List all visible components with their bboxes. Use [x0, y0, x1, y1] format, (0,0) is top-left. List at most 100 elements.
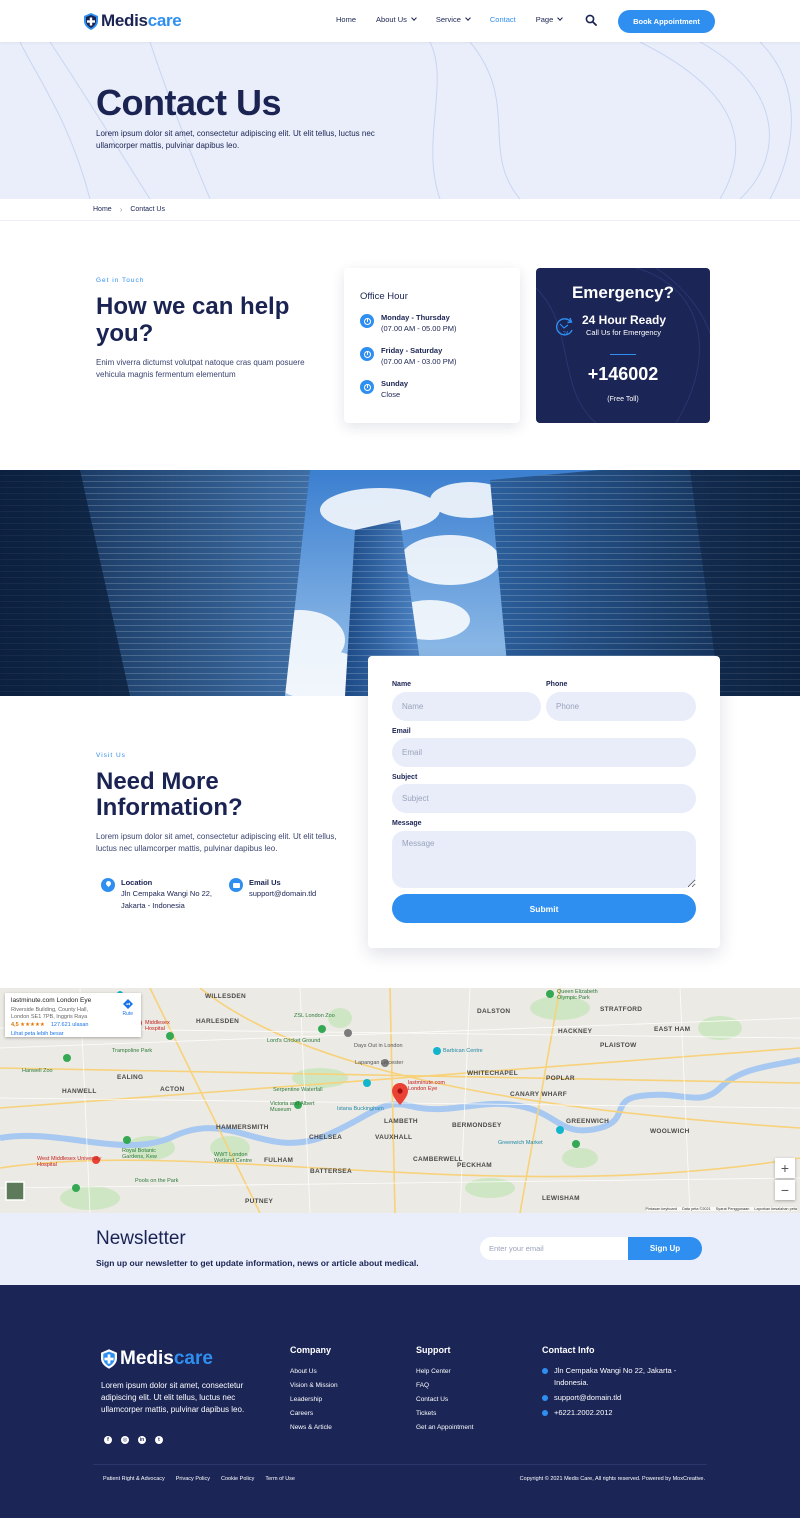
- location-label: Location: [121, 878, 153, 887]
- legal-link-cookie[interactable]: Cookie Policy: [221, 1476, 254, 1482]
- map-area-label: GREENWICH: [566, 1118, 610, 1125]
- footer-link-about[interactable]: About Us: [290, 1365, 338, 1379]
- footer-link-careers[interactable]: Careers: [290, 1407, 338, 1421]
- main-nav: Home About Us Service Contact Page: [336, 15, 582, 24]
- logo-text-part1: Medis: [101, 11, 148, 30]
- map-marker-label: lastminute.com London Eye: [408, 1080, 445, 1092]
- map-poi-label: West Middlesex University Hospital: [37, 1156, 102, 1168]
- logo[interactable]: Medis care: [84, 11, 182, 31]
- map-area-label: WHITECHAPEL: [467, 1070, 518, 1077]
- zoom-out-button[interactable]: −: [775, 1180, 795, 1200]
- contact-title: Contact Info: [542, 1345, 595, 1355]
- logo-text-part1: Medis: [120, 1348, 174, 1369]
- map-poi-label: Greenwich Market: [498, 1140, 543, 1146]
- subject-input[interactable]: [392, 784, 696, 813]
- review-count[interactable]: 127.621 ulasan: [51, 1022, 89, 1028]
- breadcrumb-separator-icon: ›: [119, 205, 123, 214]
- breadcrumb: Home › Contact Us: [93, 205, 165, 214]
- map-area-label: LEWISHAM: [542, 1195, 580, 1202]
- footer-link-help[interactable]: Help Center: [416, 1365, 473, 1379]
- rating-value: 4,5 ★★★★★: [11, 1022, 45, 1028]
- legal-link-patient-right[interactable]: Patient Right & Advocacy: [103, 1476, 165, 1482]
- map-area-label: FULHAM: [264, 1157, 294, 1164]
- map-poi-label: Barbican Centre: [443, 1048, 483, 1054]
- mail-icon: [542, 1395, 548, 1401]
- keyboard-shortcuts-link[interactable]: Pintasan keyboard: [646, 1207, 677, 1211]
- email-input[interactable]: [392, 738, 696, 767]
- nav-contact-label: Contact: [489, 15, 516, 24]
- office-day: Friday - Saturday: [381, 346, 443, 355]
- instagram-icon[interactable]: ◎: [121, 1436, 129, 1444]
- linkedin-icon[interactable]: in: [138, 1436, 146, 1444]
- nav-service-label: Service: [435, 15, 461, 24]
- map-area-label: POPLAR: [546, 1075, 575, 1082]
- map-poi-label: Days Out in London: [354, 1043, 403, 1049]
- directions-label: Rute: [122, 1011, 133, 1017]
- office-time: Close: [381, 390, 401, 399]
- nav-service[interactable]: Service: [435, 15, 471, 24]
- breadcrumb-home[interactable]: Home: [93, 206, 112, 213]
- info-description: Lorem ipsum dolor sit amet, consectetur …: [96, 832, 337, 853]
- map-area-label: CAMBERWELL: [413, 1156, 463, 1163]
- legal-link-terms[interactable]: Term of Use: [265, 1476, 295, 1482]
- svg-text:24: 24: [563, 331, 569, 337]
- nav-contact[interactable]: Contact: [490, 15, 516, 24]
- sign-up-button[interactable]: Sign Up: [628, 1237, 702, 1260]
- legal-link-privacy[interactable]: Privacy Policy: [176, 1476, 210, 1482]
- footer-link-vision[interactable]: Vision & Mission: [290, 1379, 338, 1393]
- map-poi-label: Pools on the Park: [135, 1178, 179, 1184]
- map-area-label: LAMBETH: [384, 1118, 418, 1125]
- map-poi-label: Lord's Cricket Ground: [267, 1038, 321, 1044]
- footer-link-contact[interactable]: Contact Us: [416, 1393, 473, 1407]
- directions-button[interactable]: Rute: [122, 999, 133, 1017]
- footer-link-news[interactable]: News & Article: [290, 1421, 338, 1435]
- footer-link-appointment[interactable]: Get an Appointment: [416, 1421, 473, 1435]
- nav-page[interactable]: Page: [536, 15, 564, 24]
- facebook-icon[interactable]: f: [104, 1436, 112, 1444]
- place-rating: 4,5 ★★★★★ 127.621 ulasan: [11, 1022, 135, 1028]
- report-error-link[interactable]: Laporkan kesalahan peta: [754, 1207, 797, 1211]
- map-area-label: BATTERSEA: [310, 1168, 352, 1175]
- map-area-label: ACTON: [160, 1086, 185, 1093]
- company-title: Company: [290, 1345, 332, 1355]
- book-appointment-button[interactable]: Book Appointment: [618, 10, 715, 33]
- office-hour-title: Office Hour: [360, 291, 408, 302]
- nav-home[interactable]: Home: [336, 15, 356, 24]
- submit-button[interactable]: Submit: [392, 894, 696, 923]
- footer-company-column: Company About Us Vision & Mission Leader…: [290, 1345, 338, 1435]
- nav-about-label: About Us: [376, 15, 407, 24]
- map-poi-label: ZSL London Zoo: [294, 1013, 335, 1019]
- terms-link[interactable]: Syarat Penggunaan: [716, 1207, 750, 1211]
- phone-input[interactable]: [546, 692, 696, 721]
- email-value[interactable]: support@domain.tld: [249, 888, 316, 900]
- footer-email-value[interactable]: support@domain.tld: [554, 1392, 621, 1404]
- support-title: Support: [416, 1345, 451, 1355]
- zoom-in-button[interactable]: +: [775, 1158, 795, 1178]
- message-textarea[interactable]: [392, 831, 696, 888]
- footer-logo[interactable]: Medis care: [101, 1348, 213, 1370]
- site-header: Medis care Home About Us Service Contact …: [0, 0, 800, 42]
- shield-logo-icon: [101, 1349, 117, 1369]
- logo-text-part2: care: [147, 11, 182, 30]
- footer-link-tickets[interactable]: Tickets: [416, 1407, 473, 1421]
- divider: [610, 354, 636, 355]
- newsletter-email-input[interactable]: [480, 1237, 632, 1260]
- help-description: Enim viverra dictumst volutpat natoque c…: [96, 358, 305, 379]
- map-poi-label: Middlesex Hospital: [145, 1020, 170, 1032]
- office-day: Monday - Thursday: [381, 313, 450, 322]
- footer-link-faq[interactable]: FAQ: [416, 1379, 473, 1393]
- name-label: Name: [392, 681, 412, 688]
- clock-icon: [360, 380, 374, 394]
- name-input[interactable]: [392, 692, 541, 721]
- search-icon[interactable]: [585, 14, 597, 26]
- message-label: Message: [392, 820, 422, 827]
- map-area-label: PUTNEY: [245, 1198, 274, 1205]
- twitter-icon[interactable]: t: [155, 1436, 163, 1444]
- footer-link-leadership[interactable]: Leadership: [290, 1393, 338, 1407]
- footer-phone-value[interactable]: +6221.2002.2012: [554, 1407, 613, 1419]
- nav-about[interactable]: About Us: [376, 15, 417, 24]
- emergency-phone[interactable]: +146002: [536, 364, 710, 385]
- google-map[interactable]: WILLESDEN HARLESDEN EALING ACTON HANWELL…: [0, 988, 800, 1213]
- map-poi-label: Hanwell Zoo: [22, 1068, 53, 1074]
- larger-map-link[interactable]: Lihat peta lebih besar: [11, 1031, 135, 1037]
